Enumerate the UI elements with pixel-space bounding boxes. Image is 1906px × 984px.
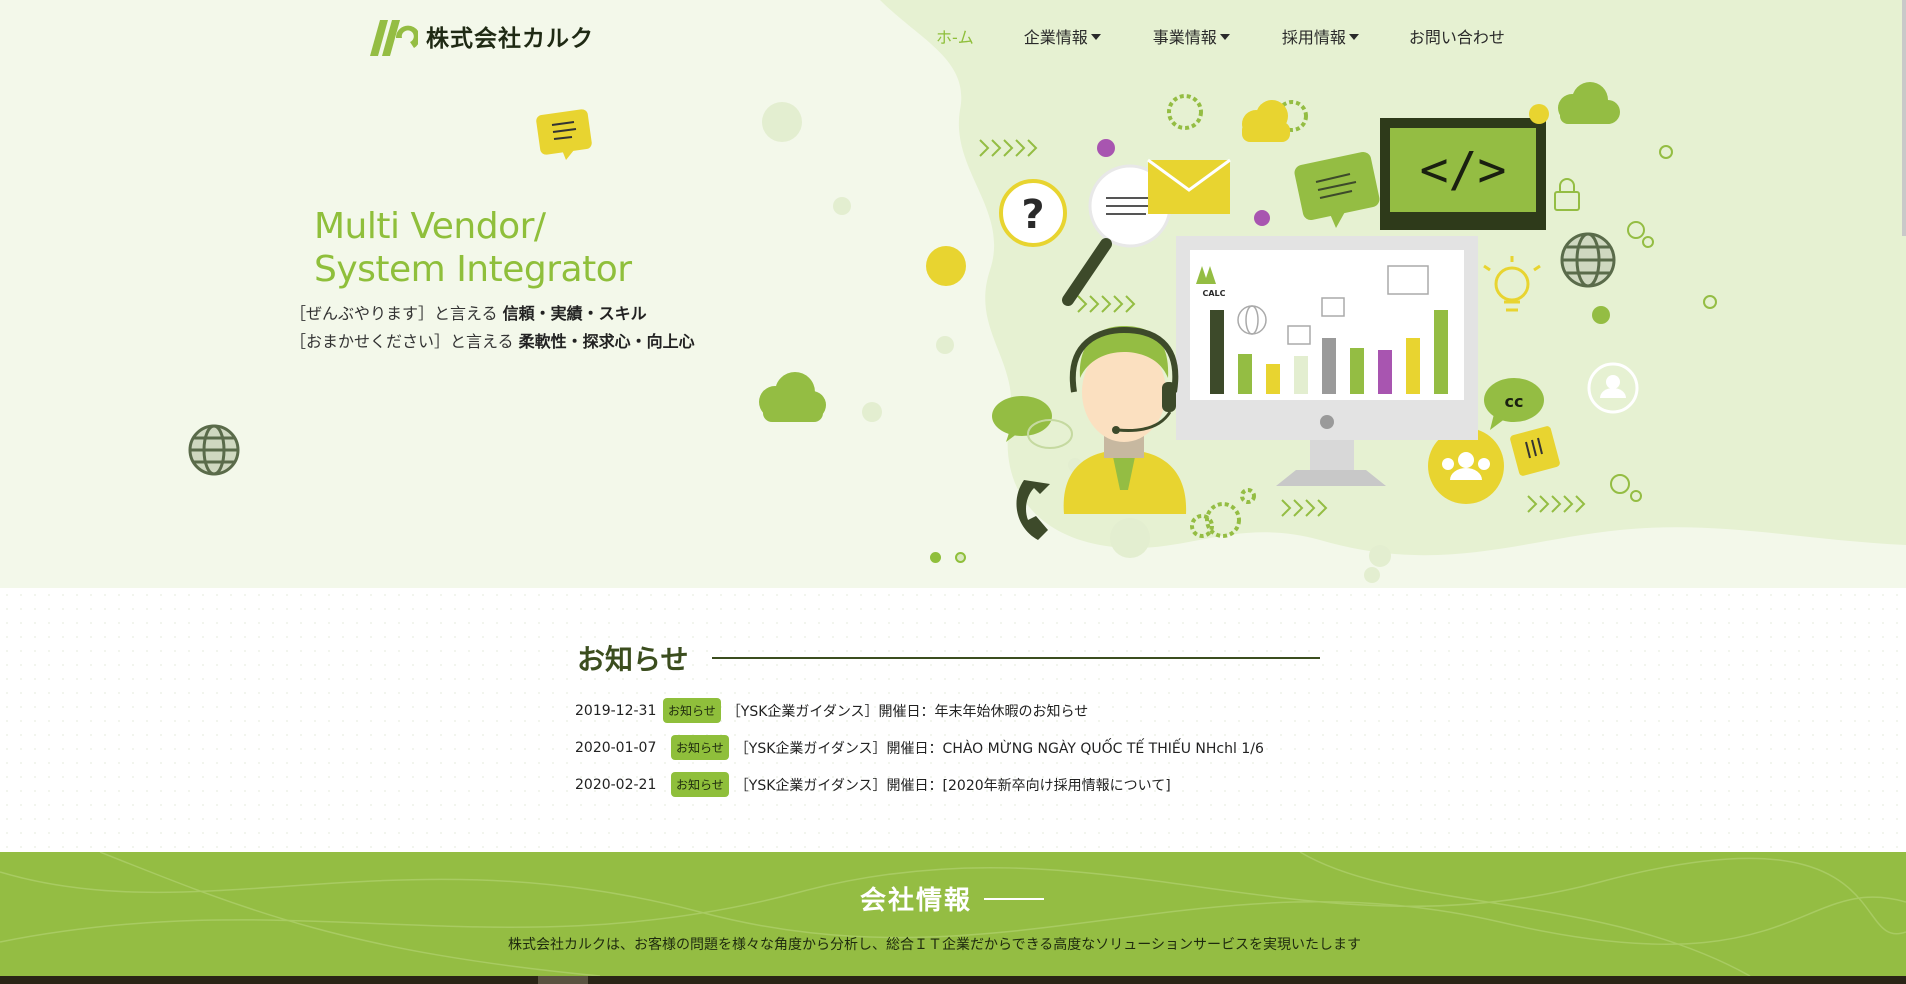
globe-icon: [1560, 232, 1616, 288]
news-item[interactable]: 2020-01-07 お知らせ ［YSK企業ガイダンス］開催日：CHÀO MỪN…: [575, 729, 1264, 766]
code-window-icon: </>: [1380, 118, 1546, 230]
globe-icon: [188, 424, 240, 476]
news-date: 2020-01-07: [575, 739, 657, 756]
news-section: お知らせ 2019-12-31 お知らせ ［YSK企業ガイダンス］開催日：年末年…: [0, 588, 1906, 852]
news-item[interactable]: 2020-02-21 お知らせ ［YSK企業ガイダンス］開催日：[2020年新卒…: [575, 766, 1264, 803]
news-badge: お知らせ: [671, 772, 729, 797]
news-date: 2019-12-31: [575, 702, 657, 719]
brand-name: 株式会社カルク: [426, 26, 594, 52]
news-badge: お知らせ: [663, 698, 721, 723]
tagline-1-prefix: ［ぜんぶやります］と言える: [290, 304, 503, 323]
chat-bubble-icon: [536, 109, 592, 160]
brand-logo[interactable]: 株式会社カルク: [370, 16, 594, 56]
svg-text:</>: </>: [1420, 142, 1507, 198]
news-link[interactable]: ［YSK企業ガイダンス］開催日：CHÀO MỪNG NGÀY QUỐC TẾ T…: [735, 738, 1264, 758]
tagline-2-prefix: ［おまかせください］と言える: [290, 332, 519, 351]
news-title: お知らせ: [577, 643, 689, 676]
news-badge: お知らせ: [671, 735, 729, 760]
slider-dot-2[interactable]: [955, 552, 966, 563]
hero-section: ? </> cc CALC 株式会社カルク ホ-ム 企業情報 事業情報 採用情報…: [0, 0, 1906, 588]
bottom-strip-segment: [538, 976, 588, 984]
bottom-strip: [0, 976, 1906, 984]
slider-dot-1[interactable]: [930, 552, 941, 563]
note-icon: [1510, 426, 1560, 476]
nav-recruit-info[interactable]: 採用情報: [1282, 24, 1359, 48]
hero-illustration: ? </> cc CALC: [188, 82, 1717, 583]
headline-line-2: System Integrator: [314, 249, 632, 290]
lightbulb-icon: [1483, 256, 1541, 312]
calc-logo-icon: [370, 20, 418, 56]
news-link[interactable]: ［YSK企業ガイダンス］開催日：年末年始休暇のお知らせ: [727, 701, 1089, 721]
company-info-section: 会社情報 株式会社カルクは、お客様の問題を様々な角度から分析し、総合ＩＴ企業だか…: [0, 852, 1906, 976]
svg-text:cc: cc: [1505, 392, 1524, 411]
hero-headline: Multi Vendor/ System Integrator: [314, 205, 632, 291]
nav-contact-label: お問い合わせ: [1408, 28, 1505, 47]
svg-text:CALC: CALC: [1202, 289, 1225, 298]
hero-tagline: ［ぜんぶやります］と言える 信頼・実績・スキル ［おまかせください］と言える 柔…: [290, 300, 695, 356]
company-description: 株式会社カルクは、お客様の問題を様々な角度から分析し、総合ＩＴ企業だからできる高…: [508, 937, 1362, 953]
news-header: お知らせ: [577, 638, 1321, 678]
tagline-line-2: ［おまかせください］と言える 柔軟性・探求心・向上心: [290, 328, 695, 356]
tagline-line-1: ［ぜんぶやります］と言える 信頼・実績・スキル: [290, 300, 695, 328]
company-title-divider: [984, 897, 1045, 900]
nav-company-info[interactable]: 企業情報: [1024, 24, 1101, 48]
nav-business-info[interactable]: 事業情報: [1153, 24, 1230, 48]
nav-contact[interactable]: お問い合わせ: [1409, 24, 1505, 48]
tagline-1-emphasis: 信頼・実績・スキル: [502, 304, 647, 323]
news-link[interactable]: ［YSK企業ガイダンス］開催日：[2020年新卒向け採用情報について]: [735, 775, 1171, 795]
nav-home-label: ホ-ム: [936, 28, 974, 47]
caret-down-icon: [1348, 34, 1359, 40]
phone-icon: [1016, 480, 1050, 540]
nav-recruit-info-label: 採用情報: [1281, 28, 1346, 47]
nav-business-info-label: 事業情報: [1152, 28, 1217, 47]
question-icon: ?: [999, 179, 1067, 247]
news-title-divider: [712, 657, 1321, 659]
tagline-2-emphasis: 柔軟性・探求心・向上心: [518, 332, 695, 351]
lock-icon: [1554, 178, 1580, 211]
cc-bubble-icon: cc: [1484, 378, 1544, 430]
page-scrollbar[interactable]: [1902, 0, 1906, 236]
svg-text:?: ?: [1021, 192, 1044, 238]
headline-line-1: Multi Vendor/: [314, 206, 546, 247]
main-nav: ホ-ム 企業情報 事業情報 採用情報 お問い合わせ: [936, 24, 1505, 48]
operator-illustration: [1063, 326, 1187, 514]
cloud-icon: [759, 372, 826, 422]
news-list: 2019-12-31 お知らせ ［YSK企業ガイダンス］開催日：年末年始休暇のお…: [575, 692, 1264, 803]
nav-company-info-label: 企業情報: [1023, 28, 1088, 47]
caret-down-icon: [1219, 34, 1230, 40]
caret-down-icon: [1090, 34, 1101, 40]
nav-home[interactable]: ホ-ム: [936, 24, 974, 48]
news-date: 2020-02-21: [575, 776, 657, 793]
company-header: 会社情報: [860, 880, 1045, 917]
slider-pagination: [930, 552, 966, 563]
chat-bubble-icon: [1294, 151, 1380, 228]
user-icon: [1587, 362, 1639, 414]
company-title: 会社情報: [860, 886, 973, 916]
envelope-icon: [1147, 158, 1231, 214]
news-item[interactable]: 2019-12-31 お知らせ ［YSK企業ガイダンス］開催日：年末年始休暇のお…: [575, 692, 1264, 729]
